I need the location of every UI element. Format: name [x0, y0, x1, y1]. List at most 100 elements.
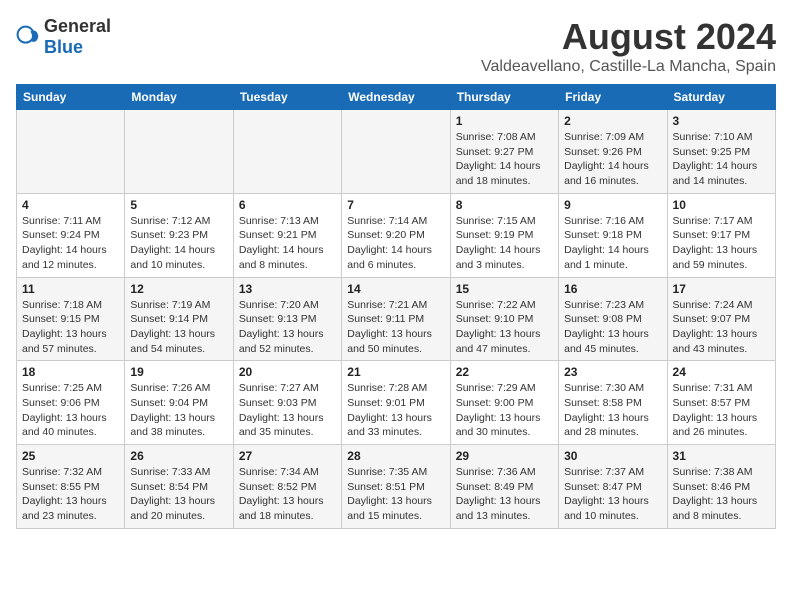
day-number: 20 [239, 365, 336, 379]
title-area: August 2024 Valdeavellano, Castille-La M… [481, 16, 776, 76]
day-info: Sunrise: 7:34 AMSunset: 8:52 PMDaylight:… [239, 465, 336, 524]
day-info: Sunrise: 7:09 AMSunset: 9:26 PMDaylight:… [564, 130, 661, 189]
calendar-cell: 19 Sunrise: 7:26 AMSunset: 9:04 PMDayligh… [125, 361, 233, 445]
day-number: 19 [130, 365, 227, 379]
day-info: Sunrise: 7:37 AMSunset: 8:47 PMDaylight:… [564, 465, 661, 524]
day-info: Sunrise: 7:35 AMSunset: 8:51 PMDaylight:… [347, 465, 444, 524]
week-row-2: 4 Sunrise: 7:11 AMSunset: 9:24 PMDaylight… [17, 193, 776, 277]
day-header-tuesday: Tuesday [233, 85, 341, 110]
day-number: 1 [456, 114, 553, 128]
day-info: Sunrise: 7:36 AMSunset: 8:49 PMDaylight:… [456, 465, 553, 524]
day-number: 18 [22, 365, 119, 379]
calendar-cell: 28 Sunrise: 7:35 AMSunset: 8:51 PMDayligh… [342, 445, 450, 529]
day-number: 23 [564, 365, 661, 379]
day-number: 3 [673, 114, 770, 128]
calendar-cell: 12 Sunrise: 7:19 AMSunset: 9:14 PMDayligh… [125, 277, 233, 361]
logo-text: General Blue [44, 16, 111, 58]
day-number: 24 [673, 365, 770, 379]
calendar-cell: 13Sunrise: 7:20 AMSunset: 9:13 PMDayligh… [233, 277, 341, 361]
calendar-cell: 22 Sunrise: 7:29 AMSunset: 9:00 PMDayligh… [450, 361, 558, 445]
subtitle: Valdeavellano, Castille-La Mancha, Spain [481, 58, 776, 76]
day-number: 21 [347, 365, 444, 379]
calendar-cell: 5Sunrise: 7:12 AMSunset: 9:23 PMDaylight… [125, 193, 233, 277]
day-number: 27 [239, 449, 336, 463]
day-number: 28 [347, 449, 444, 463]
day-info: Sunrise: 7:08 AMSunset: 9:27 PMDaylight:… [456, 130, 553, 189]
calendar-cell: 3 Sunrise: 7:10 AMSunset: 9:25 PMDaylight… [667, 110, 775, 194]
day-number: 11 [22, 282, 119, 296]
day-info: Sunrise: 7:23 AMSunset: 9:08 PMDaylight:… [564, 298, 661, 357]
day-header-friday: Friday [559, 85, 667, 110]
day-header-monday: Monday [125, 85, 233, 110]
calendar-cell: 9Sunrise: 7:16 AMSunset: 9:18 PMDaylight… [559, 193, 667, 277]
calendar-cell: 23 Sunrise: 7:30 AMSunset: 8:58 PMDayligh… [559, 361, 667, 445]
day-number: 4 [22, 198, 119, 212]
day-info: Sunrise: 7:26 AMSunset: 9:04 PMDaylight:… [130, 381, 227, 440]
day-info: Sunrise: 7:10 AMSunset: 9:25 PMDaylight:… [673, 130, 770, 189]
calendar-cell [125, 110, 233, 194]
week-row-5: 25Sunrise: 7:32 AMSunset: 8:55 PMDayligh… [17, 445, 776, 529]
main-title: August 2024 [481, 16, 776, 58]
day-info: Sunrise: 7:18 AMSunset: 9:15 PMDaylight:… [22, 298, 119, 357]
day-header-sunday: Sunday [17, 85, 125, 110]
calendar-cell: 30 Sunrise: 7:37 AMSunset: 8:47 PMDayligh… [559, 445, 667, 529]
calendar-cell: 20 Sunrise: 7:27 AMSunset: 9:03 PMDayligh… [233, 361, 341, 445]
day-number: 13 [239, 282, 336, 296]
day-info: Sunrise: 7:38 AMSunset: 8:46 PMDaylight:… [673, 465, 770, 524]
calendar-cell [233, 110, 341, 194]
header-row: SundayMondayTuesdayWednesdayThursdayFrid… [17, 85, 776, 110]
day-info: Sunrise: 7:30 AMSunset: 8:58 PMDaylight:… [564, 381, 661, 440]
day-number: 14 [347, 282, 444, 296]
day-header-thursday: Thursday [450, 85, 558, 110]
calendar-cell: 31 Sunrise: 7:38 AMSunset: 8:46 PMDayligh… [667, 445, 775, 529]
day-header-saturday: Saturday [667, 85, 775, 110]
calendar-cell: 21 Sunrise: 7:28 AMSunset: 9:01 PMDayligh… [342, 361, 450, 445]
calendar-cell: 16Sunrise: 7:23 AMSunset: 9:08 PMDayligh… [559, 277, 667, 361]
day-info: Sunrise: 7:28 AMSunset: 9:01 PMDaylight:… [347, 381, 444, 440]
day-number: 8 [456, 198, 553, 212]
week-row-4: 18 Sunrise: 7:25 AMSunset: 9:06 PMDayligh… [17, 361, 776, 445]
day-info: Sunrise: 7:25 AMSunset: 9:06 PMDaylight:… [22, 381, 119, 440]
calendar-cell: 7 Sunrise: 7:14 AMSunset: 9:20 PMDaylight… [342, 193, 450, 277]
day-info: Sunrise: 7:21 AMSunset: 9:11 PMDaylight:… [347, 298, 444, 357]
calendar-cell: 18 Sunrise: 7:25 AMSunset: 9:06 PMDayligh… [17, 361, 125, 445]
day-info: Sunrise: 7:24 AMSunset: 9:07 PMDaylight:… [673, 298, 770, 357]
day-info: Sunrise: 7:13 AMSunset: 9:21 PMDaylight:… [239, 214, 336, 273]
calendar-cell: 6 Sunrise: 7:13 AMSunset: 9:21 PMDaylight… [233, 193, 341, 277]
calendar-cell: 11 Sunrise: 7:18 AMSunset: 9:15 PMDayligh… [17, 277, 125, 361]
day-number: 22 [456, 365, 553, 379]
day-info: Sunrise: 7:29 AMSunset: 9:00 PMDaylight:… [456, 381, 553, 440]
day-info: Sunrise: 7:19 AMSunset: 9:14 PMDaylight:… [130, 298, 227, 357]
day-number: 29 [456, 449, 553, 463]
day-info: Sunrise: 7:11 AMSunset: 9:24 PMDaylight:… [22, 214, 119, 273]
logo-blue: Blue [44, 37, 83, 57]
logo: General Blue [16, 16, 111, 58]
day-number: 7 [347, 198, 444, 212]
day-number: 6 [239, 198, 336, 212]
day-info: Sunrise: 7:27 AMSunset: 9:03 PMDaylight:… [239, 381, 336, 440]
calendar-cell: 24Sunrise: 7:31 AMSunset: 8:57 PMDayligh… [667, 361, 775, 445]
logo-icon [16, 25, 40, 49]
calendar-cell: 1 Sunrise: 7:08 AMSunset: 9:27 PMDaylight… [450, 110, 558, 194]
calendar-cell: 27 Sunrise: 7:34 AMSunset: 8:52 PMDayligh… [233, 445, 341, 529]
calendar-cell: 2Sunrise: 7:09 AMSunset: 9:26 PMDaylight… [559, 110, 667, 194]
day-info: Sunrise: 7:14 AMSunset: 9:20 PMDaylight:… [347, 214, 444, 273]
calendar-cell [342, 110, 450, 194]
calendar-cell: 15Sunrise: 7:22 AMSunset: 9:10 PMDayligh… [450, 277, 558, 361]
day-info: Sunrise: 7:12 AMSunset: 9:23 PMDaylight:… [130, 214, 227, 273]
day-number: 25 [22, 449, 119, 463]
calendar-table: SundayMondayTuesdayWednesdayThursdayFrid… [16, 84, 776, 529]
day-number: 30 [564, 449, 661, 463]
calendar-cell: 25Sunrise: 7:32 AMSunset: 8:55 PMDayligh… [17, 445, 125, 529]
day-number: 12 [130, 282, 227, 296]
day-number: 10 [673, 198, 770, 212]
calendar-cell [17, 110, 125, 194]
day-number: 31 [673, 449, 770, 463]
calendar-cell: 14 Sunrise: 7:21 AMSunset: 9:11 PMDayligh… [342, 277, 450, 361]
logo-general: General [44, 16, 111, 36]
calendar-cell: 4 Sunrise: 7:11 AMSunset: 9:24 PMDaylight… [17, 193, 125, 277]
header: General Blue August 2024 Valdeavellano, … [16, 16, 776, 76]
day-number: 17 [673, 282, 770, 296]
day-info: Sunrise: 7:15 AMSunset: 9:19 PMDaylight:… [456, 214, 553, 273]
day-header-wednesday: Wednesday [342, 85, 450, 110]
